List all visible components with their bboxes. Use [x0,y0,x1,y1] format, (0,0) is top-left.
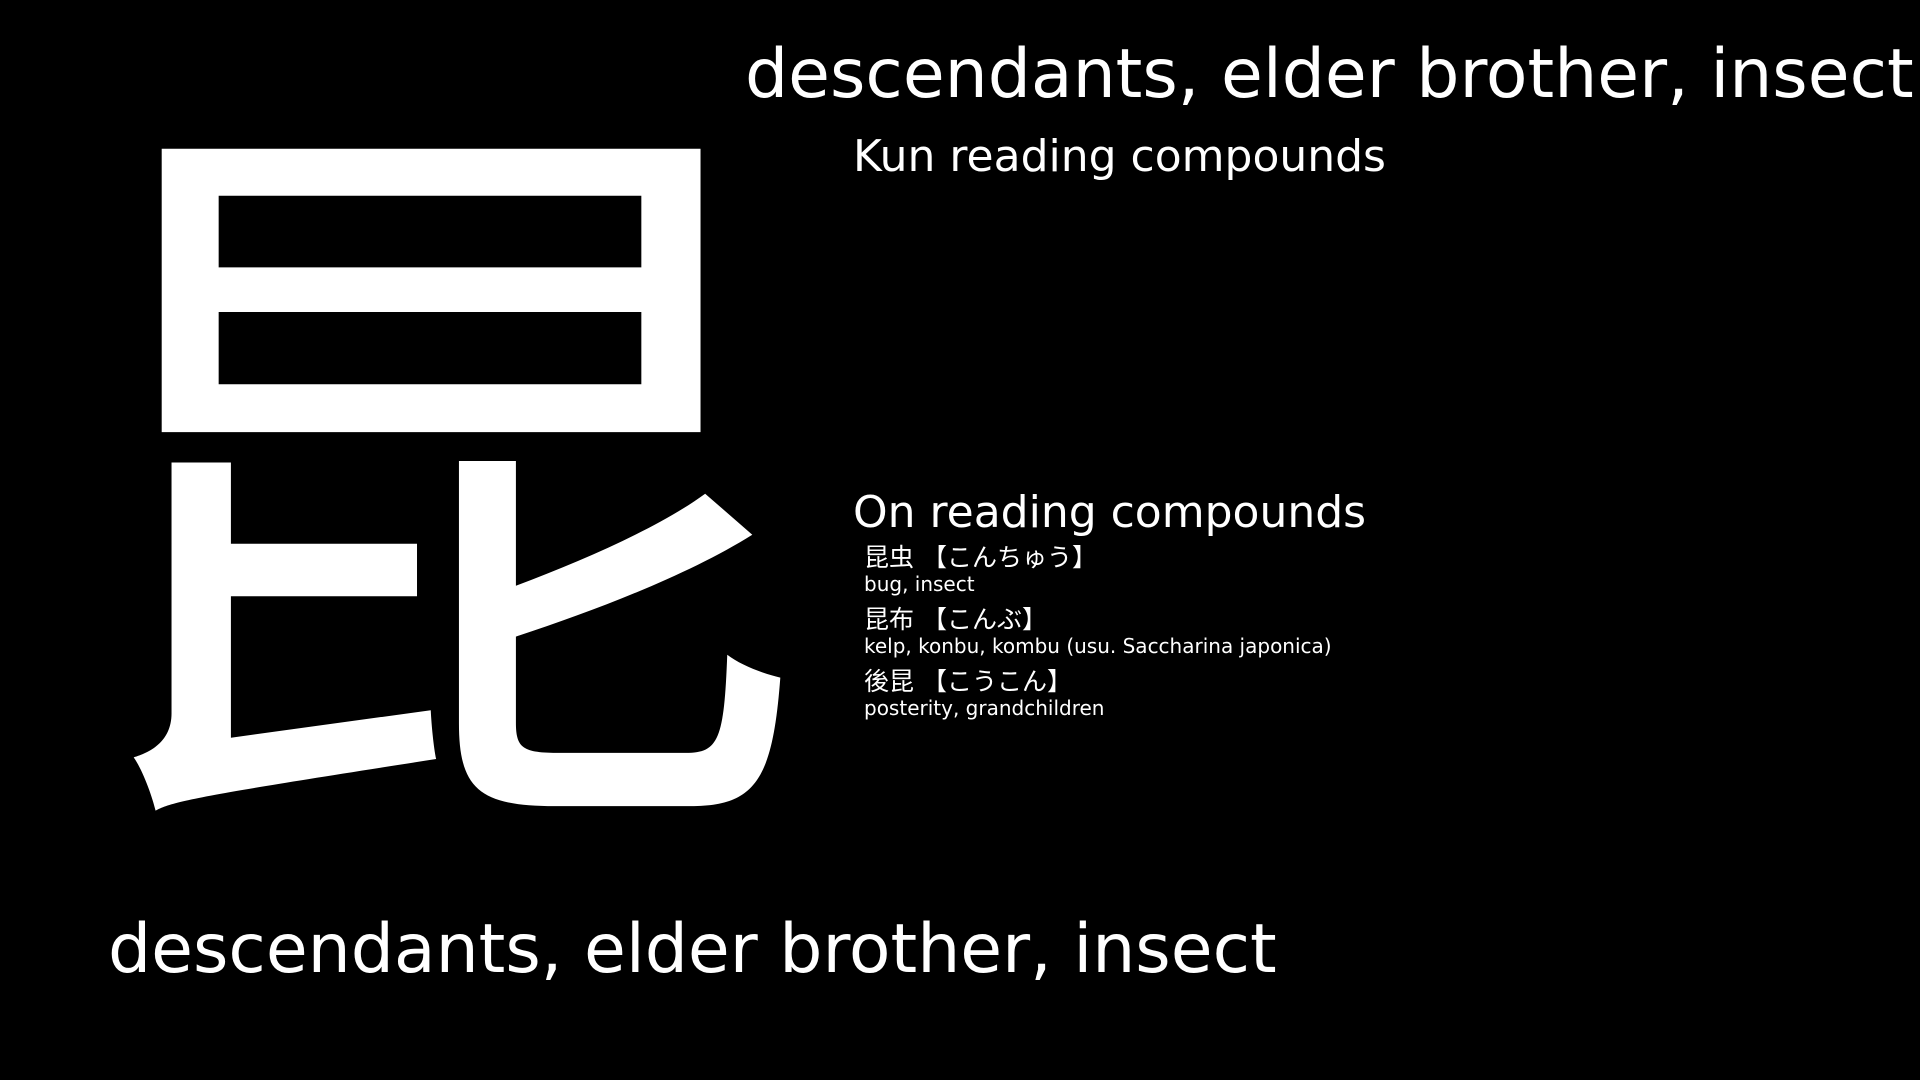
compound-word: 昆布 [864,605,915,634]
kanji-character: 昆 [50,58,810,942]
compound-item: 後昆 【こうこん】 posterity, grandchildren [864,667,1764,719]
compound-item: 昆虫 【こんちゅう】 bug, insect [864,543,1764,595]
compound-item: 昆布 【こんぶ】 kelp, konbu, kombu (usu. Saccha… [864,605,1764,657]
compound-word-line: 後昆 【こうこん】 [864,667,1764,697]
compound-word-line: 昆虫 【こんちゅう】 [864,543,1764,573]
compound-word-line: 昆布 【こんぶ】 [864,605,1764,635]
meaning-heading-top: descendants, elder brother, insect [745,35,1914,114]
on-reading-heading: On reading compounds [853,487,1367,538]
meaning-heading-bottom: descendants, elder brother, insect [108,910,1277,989]
on-compound-list: 昆虫 【こんちゅう】 bug, insect 昆布 【こんぶ】 kelp, ko… [864,543,1764,729]
compound-word: 昆虫 [864,543,915,572]
compound-meaning: bug, insect [864,572,975,596]
compound-reading: 【こんぶ】 [921,605,1047,634]
compound-meaning: posterity, grandchildren [864,696,1105,720]
kun-reading-heading: Kun reading compounds [853,131,1386,182]
compound-meaning: kelp, konbu, kombu (usu. Saccharina japo… [864,634,1332,658]
compound-word: 後昆 [864,667,915,696]
compound-reading: 【こうこん】 [921,667,1072,696]
compound-reading: 【こんちゅう】 [921,543,1097,572]
